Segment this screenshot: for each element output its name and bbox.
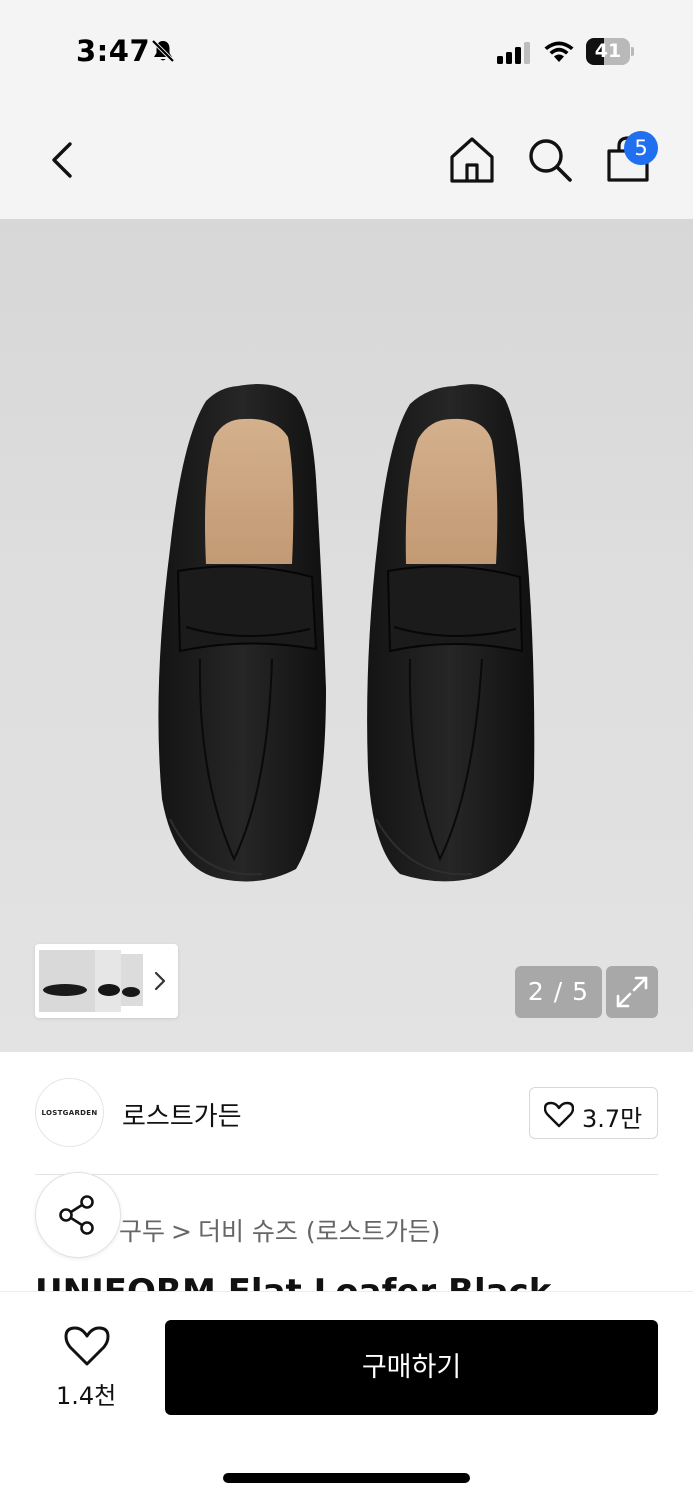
wifi-icon bbox=[544, 41, 574, 62]
chevron-left-icon[interactable] bbox=[42, 138, 82, 182]
home-icon[interactable] bbox=[446, 134, 498, 186]
thumbnail-image[interactable] bbox=[95, 950, 121, 1012]
divider bbox=[35, 1174, 658, 1175]
brand-favorite-button[interactable]: 3.7만 bbox=[529, 1087, 658, 1139]
image-thumbnail-strip[interactable] bbox=[35, 944, 178, 1018]
chevron-right-icon[interactable] bbox=[153, 970, 167, 992]
product-image-loafers bbox=[158, 384, 535, 882]
home-indicator[interactable] bbox=[223, 1473, 470, 1483]
status-bar: 3:47 41 bbox=[0, 0, 693, 100]
status-time: 3:47 bbox=[76, 34, 151, 68]
buy-button[interactable]: 구매하기 bbox=[165, 1320, 658, 1415]
thumbnail-image[interactable] bbox=[39, 950, 95, 1012]
signal-icon bbox=[497, 42, 530, 64]
nav-bar bbox=[0, 100, 693, 219]
expand-icon bbox=[616, 976, 648, 1008]
heart-icon bbox=[544, 1101, 574, 1128]
brand-logo[interactable]: LOSTGARDEN bbox=[35, 1078, 104, 1147]
brand-name[interactable]: 로스트가든 bbox=[122, 1096, 242, 1133]
wish-count: 1.4천 bbox=[56, 1382, 117, 1410]
expand-button[interactable] bbox=[606, 966, 658, 1018]
left-loafer bbox=[158, 384, 326, 882]
cart-count-badge: 5 bbox=[624, 131, 658, 165]
right-loafer bbox=[367, 384, 535, 882]
share-icon bbox=[59, 1195, 94, 1235]
product-image-gallery[interactable]: 2 / 5 bbox=[0, 219, 693, 1052]
battery-icon: 41 bbox=[586, 38, 634, 65]
thumbnail-image[interactable] bbox=[121, 954, 143, 1006]
product-title: UNIFORM Flat Loafer Black bbox=[35, 1272, 552, 1292]
breadcrumb-separator: > bbox=[171, 1217, 192, 1246]
brand-favorite-count: 3.7만 bbox=[582, 1105, 643, 1133]
breadcrumb-item[interactable]: 구두 bbox=[119, 1217, 165, 1246]
image-counter: 2 / 5 bbox=[515, 966, 602, 1018]
share-button[interactable] bbox=[35, 1172, 121, 1258]
breadcrumb-item[interactable]: 더비 슈즈 (로스트가든) bbox=[198, 1217, 440, 1246]
battery-level: 41 bbox=[594, 40, 622, 62]
product-title-region: UNIFORM Flat Loafer Black bbox=[0, 1262, 693, 1292]
search-icon[interactable] bbox=[524, 134, 576, 186]
heart-icon[interactable] bbox=[64, 1325, 110, 1367]
bell-slash-icon bbox=[151, 39, 175, 63]
bottom-action-bar: 1.4천 구매하기 bbox=[0, 1291, 693, 1500]
